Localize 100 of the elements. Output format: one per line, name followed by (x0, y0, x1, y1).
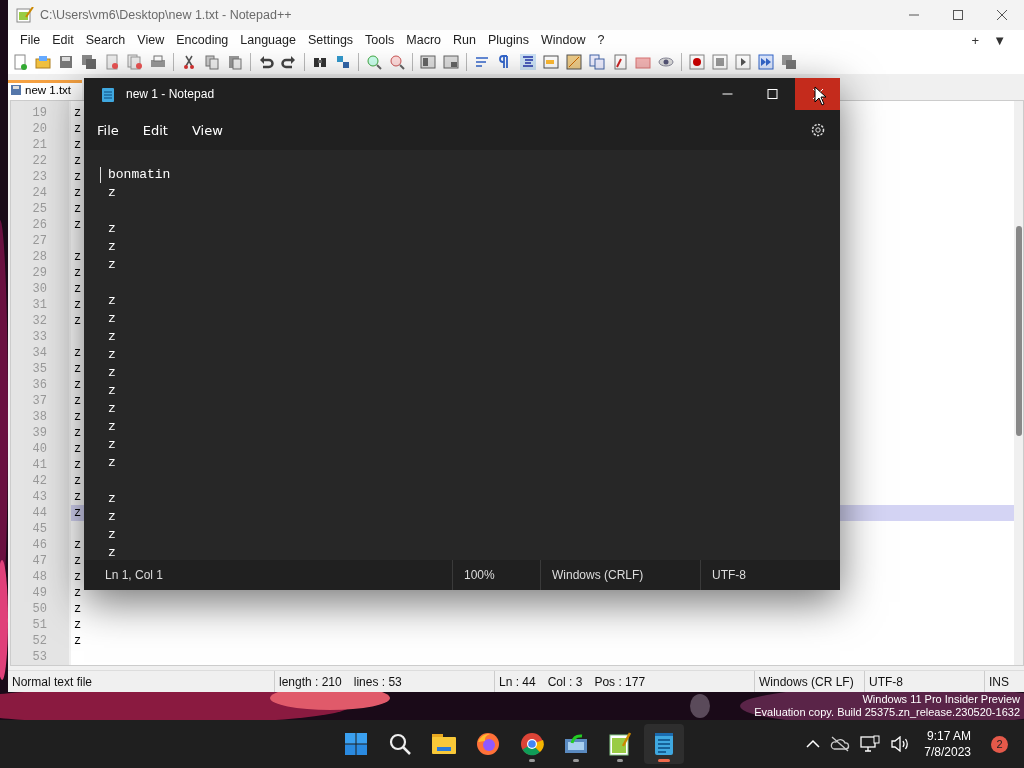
line-number: 20 (31, 121, 48, 137)
line-position: Ln : 44 (499, 674, 536, 689)
code-line: z (74, 617, 82, 633)
menu-item[interactable]: View (181, 122, 233, 138)
sync-vertical-icon[interactable] (420, 54, 436, 70)
text-caret (100, 167, 101, 183)
fast-forward-icon[interactable] (758, 54, 774, 70)
window-title: new 1 - Notepad (126, 87, 216, 101)
print-icon[interactable] (150, 54, 166, 70)
close-file-icon[interactable] (104, 54, 120, 70)
encoding: UTF-8 (712, 568, 746, 582)
code-line: z (74, 473, 82, 489)
code-line: z (74, 185, 82, 201)
code-line: z (74, 553, 82, 569)
menu-item[interactable]: Encoding (170, 33, 235, 47)
zoom-out-icon[interactable] (389, 54, 405, 70)
cut-icon[interactable] (181, 54, 197, 70)
volume-icon[interactable] (890, 736, 911, 752)
text-line: bonmatin (108, 166, 172, 184)
menu-item[interactable]: File (14, 33, 47, 47)
save-icon[interactable] (58, 54, 74, 70)
menu-item[interactable]: File (87, 122, 129, 138)
menu-item[interactable]: Edit (46, 33, 80, 47)
document-map-icon[interactable] (566, 54, 582, 70)
monitor-icon (564, 733, 588, 755)
save-all-icon[interactable] (81, 54, 97, 70)
network-icon[interactable] (860, 735, 881, 753)
text-line: z (108, 544, 117, 560)
menu-item[interactable]: Search (79, 33, 132, 47)
line-number: 45 (31, 521, 48, 537)
chevron-up-icon[interactable] (806, 739, 821, 749)
line-number: 39 (31, 425, 48, 441)
close-button[interactable] (795, 78, 840, 110)
save-macro-icon[interactable] (781, 54, 797, 70)
line-number: 23 (31, 169, 48, 185)
column-position: Col : 3 (547, 674, 583, 689)
notepad-plus-icon (609, 732, 631, 756)
menu-item[interactable]: ? (591, 33, 611, 47)
text-line: z (108, 292, 117, 310)
menu-item[interactable]: Tools (359, 33, 401, 47)
start-icon (344, 732, 368, 756)
document-list-icon[interactable] (589, 54, 605, 70)
menu-item[interactable]: Plugins (481, 33, 535, 47)
line-number: 34 (31, 345, 48, 361)
stop-icon[interactable] (712, 54, 728, 70)
zoom-in-icon[interactable] (366, 54, 382, 70)
sync-horizontal-icon[interactable] (443, 54, 459, 70)
text-line: z (108, 310, 117, 328)
menu-item[interactable]: Window (534, 33, 592, 47)
menu-item[interactable]: Settings (301, 33, 360, 47)
word-wrap-icon[interactable] (474, 54, 490, 70)
code-line: z (74, 409, 82, 425)
record-icon[interactable] (689, 54, 705, 70)
notepad-plus-icon (16, 7, 34, 23)
code-line: z (74, 633, 82, 649)
new-file-icon[interactable] (12, 54, 28, 70)
undo-icon[interactable] (258, 54, 274, 70)
menu-item[interactable]: View (131, 33, 171, 47)
paste-icon[interactable] (227, 54, 243, 70)
play-icon[interactable] (735, 54, 751, 70)
language-icon[interactable] (543, 54, 559, 70)
menu-item[interactable]: Macro (400, 33, 448, 47)
line-number: 19 (31, 105, 48, 121)
indent-guide-icon[interactable] (520, 54, 536, 70)
clock-time[interactable]: 9:17 AM (926, 728, 971, 744)
menu-item[interactable]: Edit (132, 122, 178, 138)
line-number: 43 (31, 489, 48, 505)
watermark-text: Evaluation copy. Build 25375.zn_release.230520-1632 (754, 706, 1020, 719)
text-line: z (108, 490, 117, 508)
line-number: 47 (31, 553, 48, 569)
menu-item[interactable]: ▼ (993, 32, 1006, 48)
notification-badge[interactable]: 2 (991, 735, 1008, 753)
eye-icon[interactable] (658, 54, 674, 70)
copy-icon[interactable] (204, 54, 220, 70)
clock-date[interactable]: 7/8/2023 (924, 744, 971, 760)
folder-icon[interactable] (635, 54, 651, 70)
function-list-icon[interactable] (612, 54, 628, 70)
insert-mode: INS (989, 674, 1009, 689)
replace-icon[interactable] (335, 54, 351, 70)
file-tab[interactable]: new 1.txt (8, 80, 82, 100)
line-ending: Windows (CR LF) (759, 674, 854, 689)
cloud-off-icon[interactable] (830, 736, 851, 752)
length-count: length : 210 (279, 674, 342, 689)
line-number: 32 (31, 313, 48, 329)
line-number: 22 (31, 153, 48, 169)
text-line: z (108, 328, 117, 346)
line-number: 21 (31, 137, 48, 153)
close-all-icon[interactable] (127, 54, 143, 70)
text-line: z (108, 184, 117, 202)
menu-item[interactable]: + (971, 32, 980, 48)
close-icon (812, 89, 823, 99)
code-line: z (74, 217, 82, 233)
notepad-icon (102, 86, 114, 102)
settings-icon[interactable] (810, 122, 826, 138)
menu-item[interactable]: Language (234, 33, 302, 47)
redo-icon[interactable] (281, 54, 297, 70)
text-line: z (108, 508, 117, 526)
scrollbar[interactable] (1014, 101, 1023, 665)
code-line: z (74, 121, 82, 137)
menu-item[interactable]: Run (447, 33, 482, 47)
